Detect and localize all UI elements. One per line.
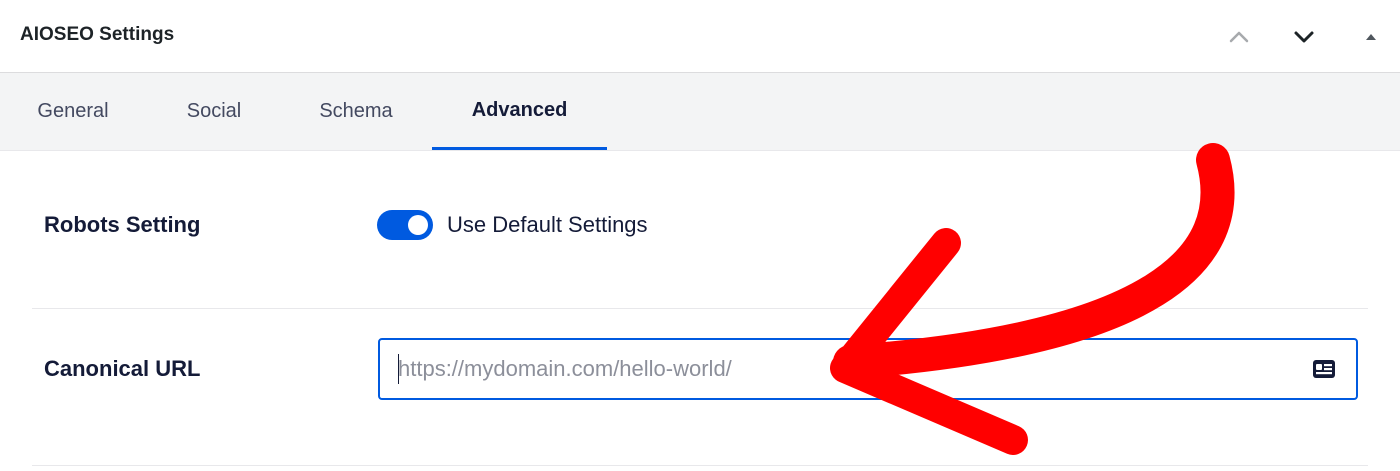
tab-schema[interactable]: Schema	[302, 73, 410, 150]
canonical-url-field	[378, 338, 1358, 400]
row-divider	[32, 308, 1368, 309]
tab-advanced[interactable]: Advanced	[432, 73, 607, 150]
canonical-url-input[interactable]	[398, 340, 1278, 398]
triangle-up-icon	[1366, 34, 1376, 40]
text-cursor	[398, 354, 399, 384]
canonical-url-label: Canonical URL	[44, 356, 201, 381]
settings-tabs: General Social Schema Advanced	[0, 73, 1400, 151]
move-down-button[interactable]	[1287, 20, 1321, 54]
toggle-knob	[408, 215, 428, 235]
tab-social[interactable]: Social	[170, 73, 258, 150]
panel-title: AIOSEO Settings	[20, 24, 175, 45]
move-up-button[interactable]	[1222, 20, 1256, 54]
aioseo-settings-panel: AIOSEO Settings General Social Schema Ad…	[0, 0, 1400, 471]
chevron-up-icon	[1229, 31, 1249, 43]
row-divider	[32, 465, 1368, 466]
tab-general[interactable]: General	[22, 73, 124, 150]
robots-setting-label: Robots Setting	[44, 212, 201, 237]
use-default-settings-toggle[interactable]	[377, 210, 433, 240]
panel-header: AIOSEO Settings	[0, 0, 1400, 73]
use-default-settings-label[interactable]: Use Default Settings	[447, 212, 648, 238]
toggle-panel-button[interactable]	[1354, 20, 1388, 54]
id-card-icon[interactable]	[1312, 359, 1336, 379]
chevron-down-icon	[1294, 31, 1314, 43]
